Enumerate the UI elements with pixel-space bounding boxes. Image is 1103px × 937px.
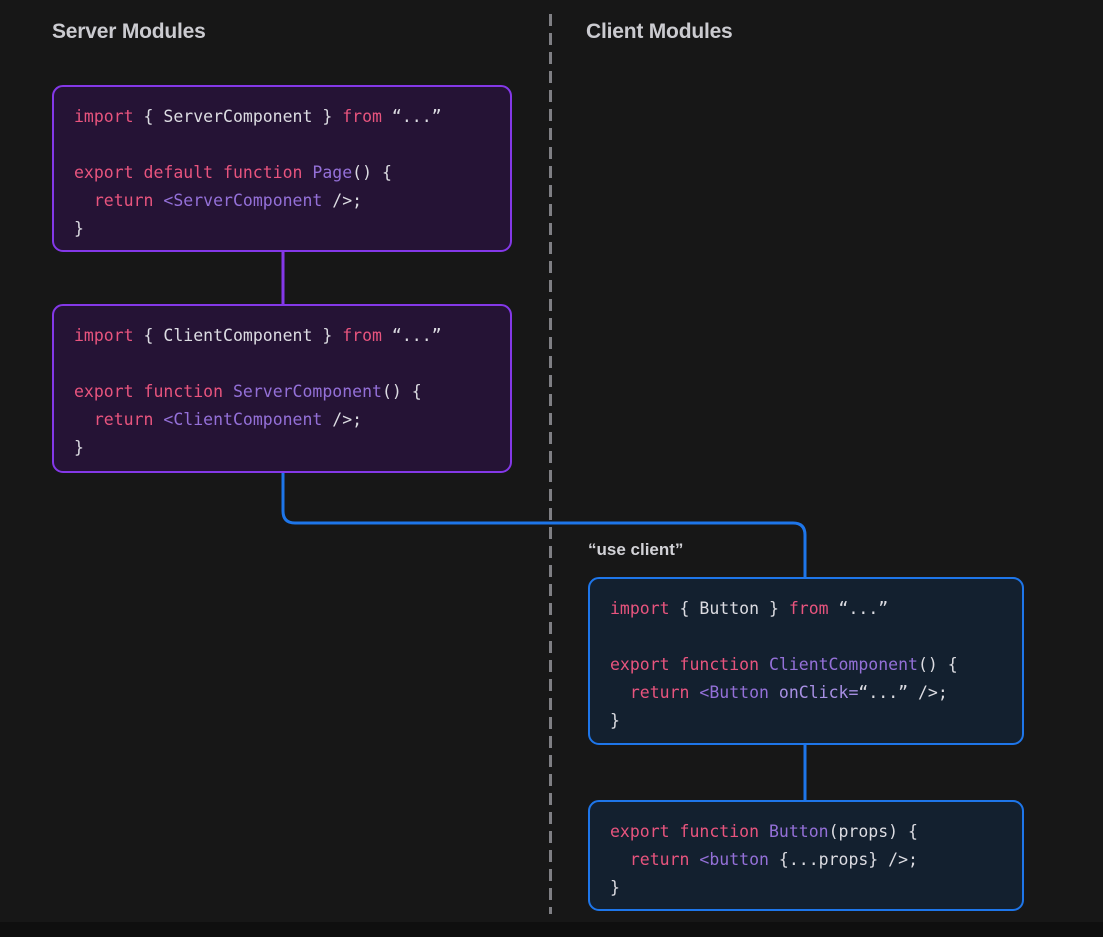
- code-token-kw: return: [630, 850, 690, 869]
- server-component-code-box: import { ClientComponent } from “...” ex…: [52, 304, 512, 473]
- code-token-tx: (props) {: [829, 822, 918, 841]
- code-line: export default function Page() {: [74, 159, 492, 187]
- code-token-kw: export default function: [74, 163, 302, 182]
- code-line: import { ServerComponent } from “...”: [74, 103, 492, 131]
- code-token-kw: from: [342, 107, 382, 126]
- client-modules-heading: Client Modules: [586, 20, 733, 44]
- code-token-tx: [74, 191, 94, 210]
- code-token-cp: <ServerComponent: [163, 191, 322, 210]
- code-token-tx: “...” />;: [858, 683, 947, 702]
- code-token-tx: [759, 655, 769, 674]
- code-token-tx: { Button }: [670, 599, 789, 618]
- code-token-tx: [610, 683, 630, 702]
- code-token-tx: () {: [382, 382, 422, 401]
- code-token-kw: from: [342, 326, 382, 345]
- code-token-tx: “...”: [382, 326, 442, 345]
- code-token-kw: export function: [74, 382, 223, 401]
- code-token-kw: import: [610, 599, 670, 618]
- code-token-tx: [74, 410, 94, 429]
- code-token-kw: return: [94, 410, 154, 429]
- code-line: return <Button onClick=“...” />;: [610, 679, 1004, 707]
- code-token-tx: [689, 850, 699, 869]
- code-token-tx: {...props} />;: [769, 850, 918, 869]
- code-token-cp: ClientComponent: [769, 655, 918, 674]
- rsc-modules-diagram: Server Modules Client Modules import { S…: [0, 0, 1103, 937]
- code-line: }: [610, 707, 1004, 735]
- code-token-tx: />;: [322, 410, 362, 429]
- button-code-box: export function Button(props) { return <…: [588, 800, 1024, 911]
- code-token-kw: import: [74, 326, 134, 345]
- code-line: }: [74, 215, 492, 243]
- code-token-at: onClick=: [779, 683, 858, 702]
- code-line: [74, 350, 492, 378]
- code-token-tx: { ServerComponent }: [134, 107, 343, 126]
- code-line: return <ServerComponent />;: [74, 187, 492, 215]
- bottom-edge-strip: [0, 922, 1103, 937]
- code-token-tx: />;: [322, 191, 362, 210]
- code-token-tx: () {: [918, 655, 958, 674]
- code-token-kw: return: [630, 683, 690, 702]
- code-token-tx: }: [74, 219, 84, 238]
- code-token-tx: }: [74, 438, 84, 457]
- code-line: export function ClientComponent() {: [610, 651, 1004, 679]
- code-token-tx: }: [610, 711, 620, 730]
- code-token-kw: return: [94, 191, 154, 210]
- code-token-cp: <ClientComponent: [163, 410, 322, 429]
- code-token-cp: Page: [312, 163, 352, 182]
- code-line: return <ClientComponent />;: [74, 406, 492, 434]
- code-token-kw: export function: [610, 655, 759, 674]
- code-token-tx: [769, 683, 779, 702]
- code-token-tx: [689, 683, 699, 702]
- code-line: }: [74, 434, 492, 462]
- code-line: import { ClientComponent } from “...”: [74, 322, 492, 350]
- code-token-tx: }: [610, 878, 620, 897]
- code-token-tx: { ClientComponent }: [134, 326, 343, 345]
- code-token-tx: [153, 191, 163, 210]
- code-token-cp: Button: [769, 822, 829, 841]
- code-token-kw: import: [74, 107, 134, 126]
- code-line: import { Button } from “...”: [610, 595, 1004, 623]
- code-token-kw: from: [789, 599, 829, 618]
- code-token-cp: ServerComponent: [233, 382, 382, 401]
- code-line: export function ServerComponent() {: [74, 378, 492, 406]
- code-line: [74, 131, 492, 159]
- code-token-cp: <Button: [699, 683, 769, 702]
- code-token-tx: [223, 382, 233, 401]
- use-client-directive-label: “use client”: [588, 540, 683, 560]
- connector-servercomponent-to-clientcomponent: [283, 471, 805, 579]
- code-token-tx: [302, 163, 312, 182]
- code-token-cp: <button: [699, 850, 769, 869]
- code-token-tx: () {: [352, 163, 392, 182]
- code-token-tx: [153, 410, 163, 429]
- code-token-tx: [610, 850, 630, 869]
- code-line: export function Button(props) {: [610, 818, 1004, 846]
- code-line: [610, 623, 1004, 651]
- code-token-tx: “...”: [829, 599, 889, 618]
- client-component-code-box: import { Button } from “...” export func…: [588, 577, 1024, 745]
- server-client-boundary-divider: [549, 14, 552, 914]
- code-line: }: [610, 874, 1004, 902]
- page-code-box: import { ServerComponent } from “...” ex…: [52, 85, 512, 252]
- server-modules-heading: Server Modules: [52, 20, 206, 44]
- code-token-kw: export function: [610, 822, 759, 841]
- code-line: return <button {...props} />;: [610, 846, 1004, 874]
- code-token-tx: “...”: [382, 107, 442, 126]
- code-token-tx: [759, 822, 769, 841]
